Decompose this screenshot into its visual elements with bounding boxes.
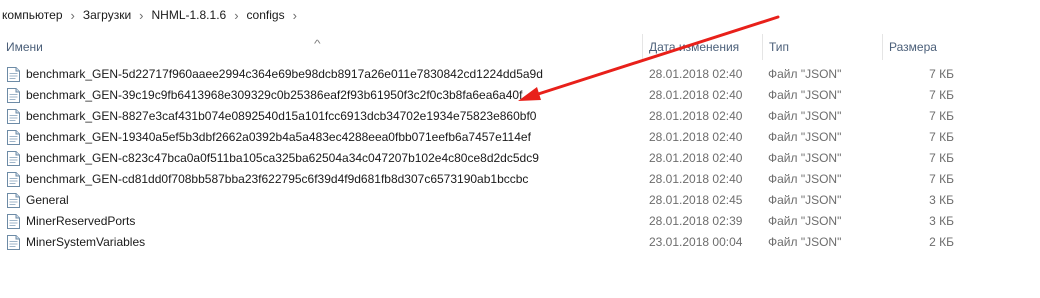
chevron-right-icon[interactable]: › [139,9,143,22]
column-header-name[interactable]: Имени ^ [0,34,642,60]
column-header-size-label: Размера [889,40,937,54]
chevron-right-icon[interactable]: › [71,9,75,22]
chevron-right-icon[interactable]: › [293,9,297,22]
file-type: Файл "JSON" [768,67,842,81]
file-date: 28.01.2018 02:40 [649,109,743,123]
breadcrumb-item-nhml[interactable]: NHML-1.8.1.6 [152,8,227,22]
file-type: Файл "JSON" [768,193,842,207]
file-row[interactable]: benchmark_GEN-19340a5ef5b3dbf2662a0392b4… [0,127,1040,148]
column-header-type-label: Тип [769,40,790,54]
file-row[interactable]: benchmark_GEN-8827e3caf431b074e0892540d1… [0,106,1040,127]
json-file-icon [7,130,20,145]
file-type: Файл "JSON" [768,109,842,123]
file-row[interactable]: MinerSystemVariables 23.01.2018 00:04 Фа… [0,232,1040,253]
json-file-icon [7,193,20,208]
file-type: Файл "JSON" [768,172,842,186]
json-file-icon [7,214,20,229]
file-name: MinerSystemVariables [26,235,146,249]
file-row[interactable]: benchmark_GEN-cd81dd0f708bb587bba23f6227… [0,169,1040,190]
breadcrumb-item-computer[interactable]: компьютер [2,8,63,22]
sort-ascending-icon: ^ [314,39,321,50]
file-name: benchmark_GEN-39c19c9fb6413968e309329c0b… [26,88,523,102]
file-size: 7 КБ [929,151,954,165]
file-name: benchmark_GEN-19340a5ef5b3dbf2662a0392b4… [26,130,531,144]
file-date: 23.01.2018 00:04 [649,235,743,249]
file-size: 7 КБ [929,67,954,81]
file-row[interactable]: benchmark_GEN-39c19c9fb6413968e309329c0b… [0,85,1040,106]
file-name: benchmark_GEN-cd81dd0f708bb587bba23f6227… [26,172,529,186]
column-header-date[interactable]: Дата изменения [642,34,762,60]
file-row[interactable]: benchmark_GEN-5d22717f960aaee2994c364e69… [0,64,1040,85]
file-name: MinerReservedPorts [26,214,136,228]
file-name: General [26,193,69,207]
chevron-right-icon[interactable]: › [234,9,238,22]
column-header-name-label: Имени [6,40,43,54]
file-size: 7 КБ [929,130,954,144]
file-date: 28.01.2018 02:45 [649,193,743,207]
file-list: benchmark_GEN-5d22717f960aaee2994c364e69… [0,64,1040,253]
file-size: 7 КБ [929,109,954,123]
json-file-icon [7,235,20,250]
file-type: Файл "JSON" [768,214,842,228]
json-file-icon [7,172,20,187]
column-header-size[interactable]: Размера [882,34,972,60]
file-type: Файл "JSON" [768,88,842,102]
file-size: 2 КБ [929,235,954,249]
file-name: benchmark_GEN-c823c47bca0a0f511ba105ca32… [26,151,539,165]
file-date: 28.01.2018 02:40 [649,130,743,144]
file-type: Файл "JSON" [768,235,842,249]
breadcrumb-item-downloads[interactable]: Загрузки [83,8,131,22]
file-size: 7 КБ [929,172,954,186]
json-file-icon [7,67,20,82]
file-type: Файл "JSON" [768,151,842,165]
file-date: 28.01.2018 02:40 [649,88,743,102]
json-file-icon [7,151,20,166]
file-size: 3 КБ [929,193,954,207]
file-date: 28.01.2018 02:40 [649,172,743,186]
file-name: benchmark_GEN-5d22717f960aaee2994c364e69… [26,67,543,81]
file-row[interactable]: General 28.01.2018 02:45 Файл "JSON" 3 К… [0,190,1040,211]
json-file-icon [7,88,20,103]
file-date: 28.01.2018 02:40 [649,67,743,81]
file-name: benchmark_GEN-8827e3caf431b074e0892540d1… [26,109,537,123]
file-date: 28.01.2018 02:40 [649,151,743,165]
file-size: 7 КБ [929,88,954,102]
column-header-date-label: Дата изменения [649,40,740,54]
file-date: 28.01.2018 02:39 [649,214,743,228]
file-row[interactable]: benchmark_GEN-c823c47bca0a0f511ba105ca32… [0,148,1040,169]
column-header-type[interactable]: Тип [762,34,882,60]
file-row[interactable]: MinerReservedPorts 28.01.2018 02:39 Файл… [0,211,1040,232]
column-header-row: Имени ^ Дата изменения Тип Размера [0,34,1040,60]
breadcrumb-item-configs[interactable]: configs [247,8,285,22]
breadcrumb: компьютер › Загрузки › NHML-1.8.1.6 › co… [0,0,1040,30]
json-file-icon [7,109,20,124]
file-type: Файл "JSON" [768,130,842,144]
file-size: 3 КБ [929,214,954,228]
